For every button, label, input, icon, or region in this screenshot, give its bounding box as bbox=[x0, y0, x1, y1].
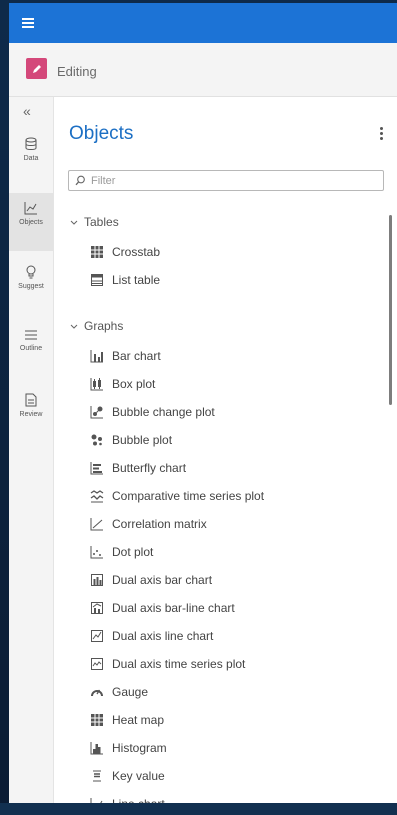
dual-axis-time-series-icon bbox=[91, 658, 103, 670]
bottom-strip bbox=[0, 803, 397, 815]
item-label: Dual axis bar chart bbox=[112, 573, 213, 587]
item-label: Key value bbox=[112, 769, 165, 783]
list-icon bbox=[25, 330, 37, 340]
nav-label-objects: Objects bbox=[19, 219, 43, 226]
nav-label-review: Review bbox=[19, 411, 43, 418]
nav-label-suggest: Suggest bbox=[18, 283, 44, 290]
item-label: Bar chart bbox=[112, 349, 161, 363]
item-label: Gauge bbox=[112, 685, 149, 699]
correlation-matrix-icon bbox=[90, 518, 103, 531]
dual-axis-bar-chart-icon bbox=[91, 574, 103, 586]
dual-axis-bar-line-chart-icon bbox=[91, 602, 103, 614]
collapse-icon[interactable]: « bbox=[23, 103, 31, 119]
box-plot-icon bbox=[90, 378, 103, 391]
item-label: Dual axis line chart bbox=[112, 629, 214, 643]
item-label: List table bbox=[112, 273, 161, 287]
objects-pane: Objects Tables Crosstab List table Gr bbox=[54, 97, 397, 810]
item-label: Dual axis bar-line chart bbox=[112, 601, 235, 615]
bubble-change-plot-icon bbox=[90, 406, 103, 419]
nav-item-suggest[interactable]: Suggest bbox=[9, 257, 53, 315]
histogram-icon bbox=[90, 742, 103, 755]
butterfly-chart-icon bbox=[90, 462, 103, 475]
item-label: Correlation matrix bbox=[112, 517, 207, 531]
comparative-time-series-icon bbox=[90, 490, 104, 503]
item-label: Comparative time series plot bbox=[112, 489, 265, 503]
item-label: Bubble change plot bbox=[112, 405, 215, 419]
gauge-icon bbox=[91, 689, 103, 697]
bar-chart-icon bbox=[90, 350, 103, 363]
nav-item-data[interactable]: Data bbox=[9, 129, 53, 187]
item-label: Heat map bbox=[112, 713, 165, 727]
filter-field bbox=[68, 170, 384, 191]
pane-title: Objects bbox=[69, 123, 134, 144]
nav-item-outline[interactable]: Outline bbox=[9, 321, 53, 379]
dot-plot-icon bbox=[90, 546, 103, 559]
item-label: Bubble plot bbox=[112, 433, 173, 447]
group-tables[interactable]: Tables bbox=[70, 215, 119, 235]
item-label: Box plot bbox=[112, 377, 156, 391]
vertical-scrollbar[interactable] bbox=[389, 215, 392, 405]
heat-map-icon bbox=[91, 714, 103, 726]
item-label: Butterfly chart bbox=[112, 461, 187, 475]
objects-list: Tables Crosstab List table Graphs Bar ch… bbox=[54, 209, 374, 810]
editing-label: Editing bbox=[57, 64, 97, 79]
group-graphs[interactable]: Graphs bbox=[70, 319, 123, 339]
document-icon bbox=[25, 393, 37, 407]
left-navigation: « Data Objects Suggest Outline Review bbox=[9, 97, 54, 810]
more-options-icon[interactable] bbox=[379, 127, 385, 145]
item-label: Dot plot bbox=[112, 545, 154, 559]
filter-input[interactable] bbox=[91, 173, 376, 188]
editing-bar: Editing bbox=[9, 43, 397, 97]
group-label: Tables bbox=[84, 215, 119, 229]
chart-icon bbox=[24, 202, 37, 215]
database-icon bbox=[25, 137, 37, 150]
nav-label-outline: Outline bbox=[19, 345, 43, 352]
crosstab-icon bbox=[91, 246, 103, 258]
app-panel: Editing « Data Objects Suggest Outline R… bbox=[9, 3, 397, 810]
chevron-down-icon bbox=[70, 220, 78, 225]
lightbulb-icon bbox=[26, 265, 36, 279]
dual-axis-line-chart-icon bbox=[91, 630, 103, 642]
search-icon bbox=[75, 175, 85, 186]
list-table-icon bbox=[91, 274, 103, 286]
group-label: Graphs bbox=[84, 319, 124, 333]
bubble-plot-icon bbox=[91, 434, 102, 446]
nav-item-objects[interactable]: Objects bbox=[9, 193, 53, 251]
hamburger-icon[interactable] bbox=[20, 14, 38, 32]
item-label: Crosstab bbox=[112, 245, 161, 259]
nav-item-review[interactable]: Review bbox=[9, 385, 53, 443]
top-bar bbox=[9, 3, 397, 43]
nav-label-data: Data bbox=[23, 155, 39, 162]
pencil-icon[interactable] bbox=[26, 58, 47, 79]
chevron-down-icon bbox=[70, 324, 78, 329]
item-label: Histogram bbox=[112, 741, 167, 755]
key-value-icon bbox=[93, 770, 101, 782]
item-label: Dual axis time series plot bbox=[112, 657, 246, 671]
